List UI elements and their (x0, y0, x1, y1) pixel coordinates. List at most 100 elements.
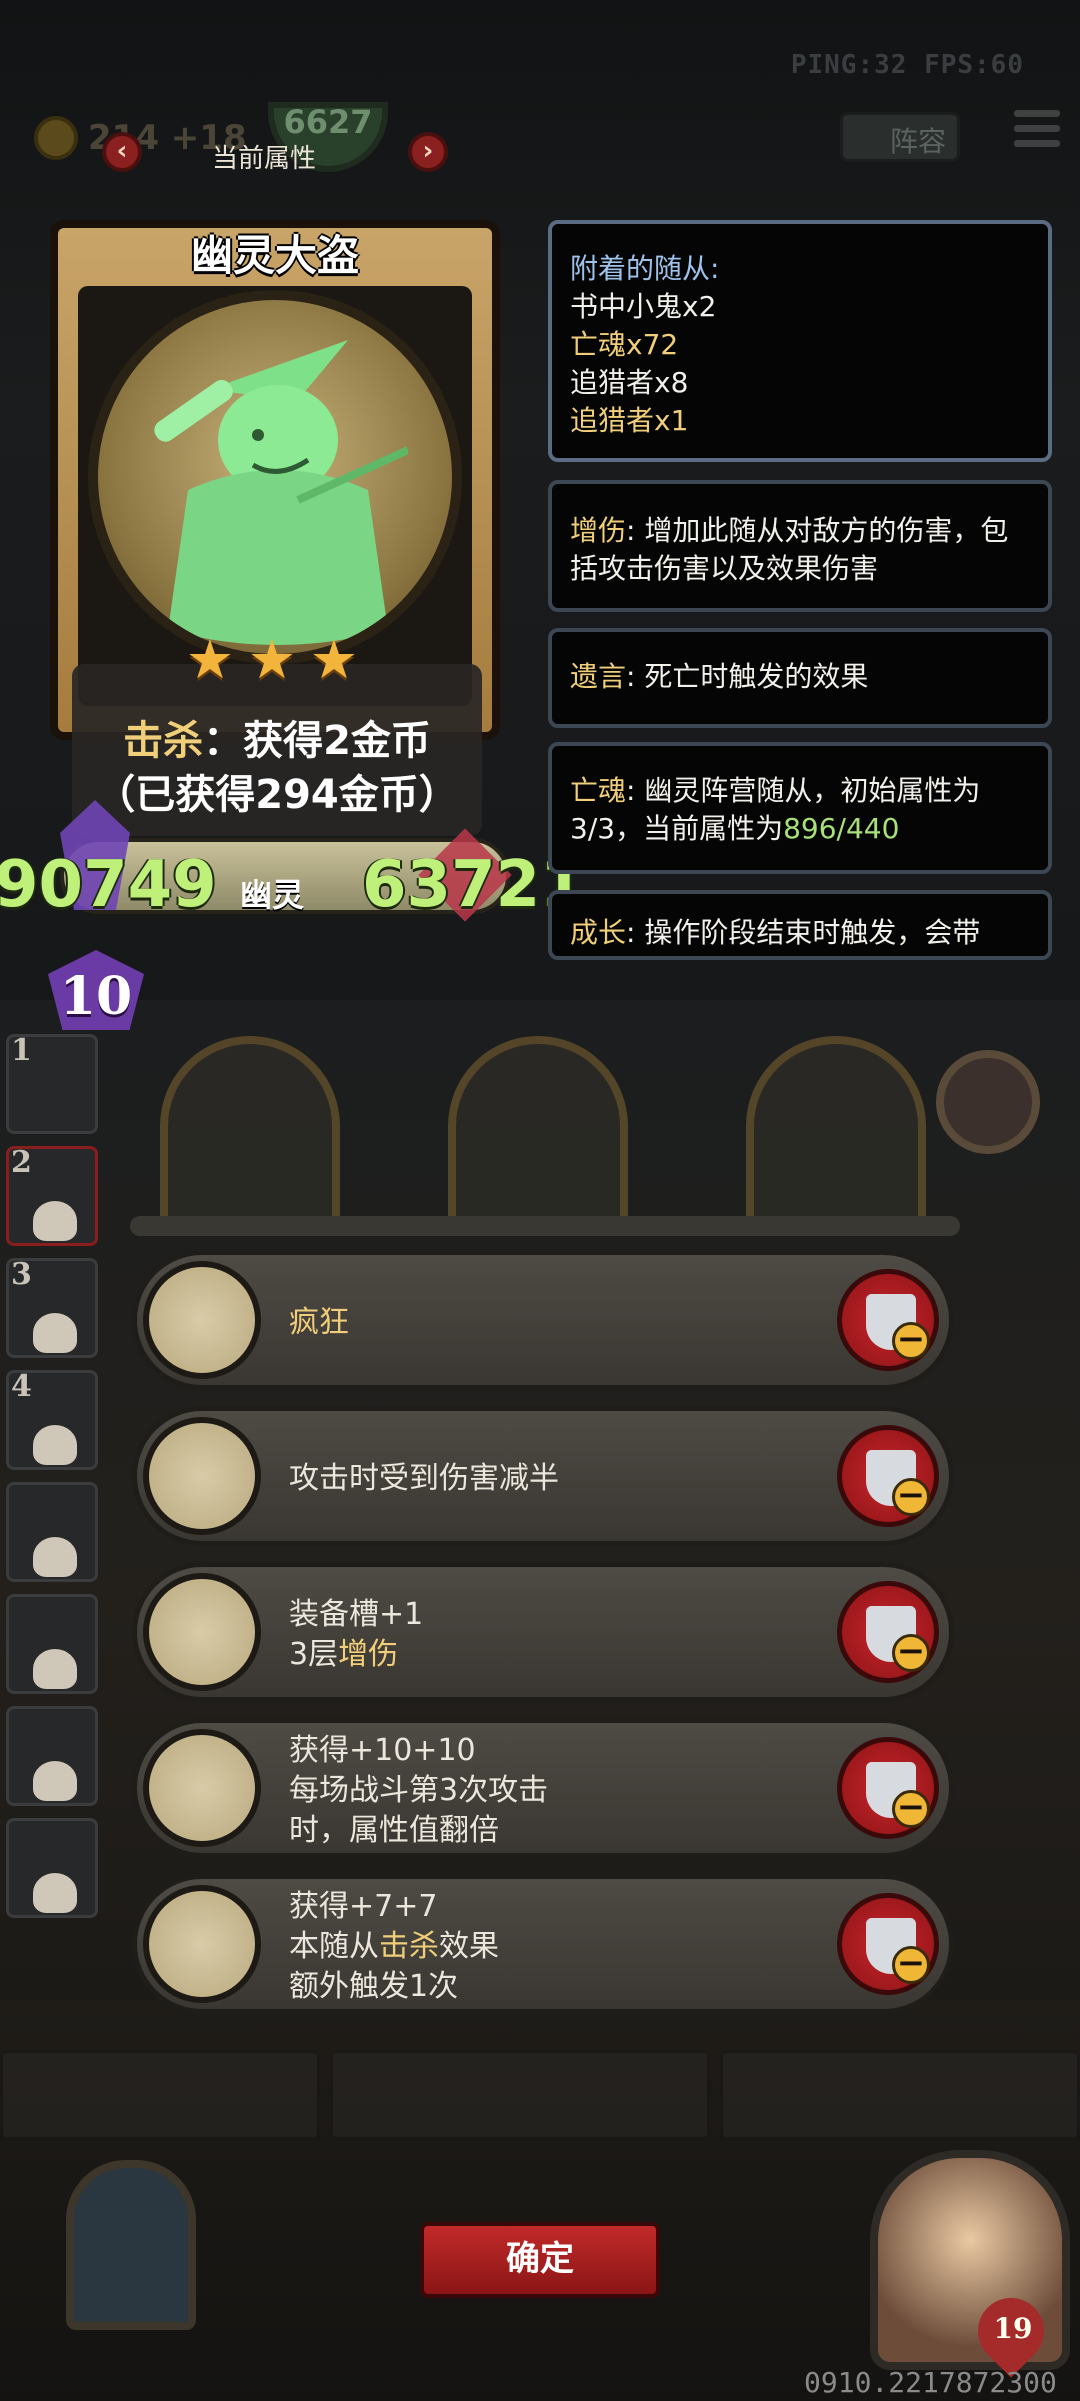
minus-icon: − (892, 1946, 930, 1984)
board-unit-card[interactable] (448, 1036, 628, 1226)
ghost-thief-portrait (88, 290, 462, 664)
equipment-line: 3层增伤 (289, 1635, 423, 1675)
keyword-desc: : 增加此随从对敌方的伤害，包括攻击伤害以及效果伤害 (570, 514, 1009, 585)
minus-icon: − (892, 1322, 930, 1360)
bell-icon (143, 1885, 261, 2003)
equipment-item[interactable]: 获得+7+7 本随从击杀效果 额外触发1次 − (132, 1874, 954, 2014)
equipment-line: 每场战斗第3次攻击 (289, 1773, 549, 1808)
star-icon: ★ (185, 628, 235, 691)
remove-equipment-button[interactable]: − (837, 1737, 939, 1839)
attack-value: 90749 (0, 848, 217, 922)
star-icon: ★ (247, 628, 297, 691)
skull-icon (33, 1761, 77, 1801)
menu-icon[interactable] (1014, 110, 1060, 156)
follower-item: 书中小鬼x2 (570, 290, 717, 323)
crossbow-icon (143, 1417, 261, 1535)
roster-slot[interactable] (6, 1818, 98, 1918)
slot-number: 3 (11, 1257, 32, 1292)
floor-stone (720, 2050, 1080, 2140)
skull-icon (33, 1873, 77, 1913)
chevron-right-icon[interactable]: › (408, 132, 448, 172)
keyword: 成长 (570, 916, 627, 949)
user-id: 0910.2217872300 (804, 2366, 1057, 2399)
followers-title: 附着的随从: (570, 252, 720, 285)
board-unit-card[interactable] (746, 1036, 926, 1226)
equipment-text: 获得+7+7 本随从击杀效果 额外触发1次 (289, 1887, 499, 2007)
keyword-deathrattle-panel: 遗言: 死亡时触发的效果 (548, 628, 1052, 728)
slot-number: 2 (11, 1145, 32, 1180)
unit-name: 幽灵大盗 (190, 231, 359, 280)
keyword-desc: : 死亡时触发的效果 (626, 660, 869, 693)
floor-stone (0, 2050, 320, 2140)
minus-icon: − (892, 1790, 930, 1828)
keyword-desc: : 幽灵阵营随从，初始属性为3/3，当前属性为 (570, 774, 981, 845)
keyword-damage-panel: 增伤: 增加此随从对敌方的伤害，包括攻击伤害以及效果伤害 (548, 480, 1052, 612)
star-icon: ★ (309, 628, 359, 691)
equipment-item[interactable]: 攻击时受到伤害减半 − (132, 1406, 954, 1546)
equipment-text: 装备槽+1 3层增伤 (289, 1595, 423, 1675)
floor-stone (330, 2050, 710, 2140)
chevron-left-icon[interactable]: ‹ (102, 132, 142, 172)
remove-equipment-button[interactable]: − (837, 1581, 939, 1683)
equipment-item[interactable]: 疯狂 − (132, 1250, 954, 1390)
remove-equipment-button[interactable]: − (837, 1893, 939, 1995)
cloak-icon (143, 1729, 261, 1847)
equipment-line: 获得+7+7 (289, 1889, 438, 1924)
equipment-line-pre: 3层 (289, 1637, 339, 1672)
kill-total-text: （已获得294金币） (95, 772, 459, 818)
equipment-line: 本随从击杀效果 (289, 1927, 499, 1967)
follower-item: 亡魂x72 (570, 328, 679, 361)
board-unit-card[interactable] (160, 1036, 340, 1226)
skull-icon (33, 1649, 77, 1689)
keyword: 增伤 (570, 514, 627, 547)
skull-icon (33, 1201, 77, 1241)
level-number: 10 (59, 966, 133, 1027)
roster-slot[interactable]: 2 (6, 1145, 98, 1246)
kill-keyword: 击杀 (123, 718, 204, 764)
equipment-item[interactable]: 装备槽+1 3层增伤 − (132, 1562, 954, 1702)
tribe-label: 幽灵 (240, 876, 305, 914)
keyword: 遗言 (570, 660, 627, 693)
minus-icon: − (892, 1478, 930, 1516)
remove-equipment-button[interactable]: − (837, 1269, 939, 1371)
kill-effect-desc: ：获得2金币 (203, 718, 431, 764)
keyword: 亡魂 (570, 774, 627, 807)
skull-icon (33, 1425, 77, 1465)
skull-icon (33, 1313, 77, 1353)
portal-icon[interactable] (66, 2160, 196, 2330)
equipment-rail (130, 1216, 960, 1236)
keyword-growth-panel[interactable]: 成长: 操作阶段结束时触发，会带 (548, 890, 1052, 960)
attached-followers-panel: 附着的随从: 书中小鬼x2 亡魂x72 追猎者x8 追猎者x1 (548, 220, 1052, 462)
equipment-text: 疯狂 (289, 1303, 349, 1343)
ping-fps-readout: PING:32 FPS:60 (790, 50, 1024, 80)
roster-slot[interactable] (6, 1482, 98, 1582)
gold-coin-icon (34, 116, 78, 160)
roster-slot[interactable] (6, 1594, 98, 1694)
keyword-soul-panel: 亡魂: 幽灵阵营随从，初始属性为3/3，当前属性为896/440 (548, 742, 1052, 874)
horn-icon (143, 1261, 261, 1379)
enemy-mask-icon[interactable] (936, 1050, 1040, 1154)
equipment-line: 获得+10+10 (289, 1733, 476, 1768)
gauntlet-icon (143, 1573, 261, 1691)
equipment-text: 获得+10+10 每场战斗第3次攻击 时，属性值翻倍 (289, 1731, 548, 1851)
kill-effect-text: 击杀：获得2金币 (72, 708, 482, 766)
slot-number: 1 (11, 1033, 32, 1068)
keyword-desc: : 操作阶段结束时触发，会带 (626, 916, 981, 949)
equipment-keyword: 击杀 (379, 1929, 439, 1964)
equipment-line-pre: 本随从 (289, 1929, 379, 1964)
equipment-line: 装备槽+1 (289, 1597, 424, 1632)
skull-icon (33, 1537, 77, 1577)
current-attributes-title: 当前属性 (212, 144, 317, 174)
lineup-label: 阵容 (890, 125, 947, 158)
roster-slot[interactable]: 4 (6, 1369, 98, 1470)
hero-health: 19 (993, 2312, 1033, 2345)
ghost-thief-icon (154, 340, 408, 645)
roster-slot[interactable]: 1 (6, 1033, 98, 1134)
roster-slot[interactable]: 3 (6, 1257, 98, 1358)
slot-number: 4 (11, 1369, 32, 1404)
equipment-keyword: 疯狂 (289, 1305, 349, 1340)
roster-slot[interactable] (6, 1706, 98, 1806)
remove-equipment-button[interactable]: − (837, 1425, 939, 1527)
confirm-button[interactable]: 确定 (420, 2222, 660, 2298)
equipment-item[interactable]: 获得+10+10 每场战斗第3次攻击 时，属性值翻倍 − (132, 1718, 954, 1858)
